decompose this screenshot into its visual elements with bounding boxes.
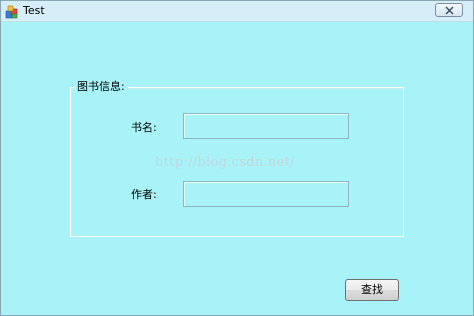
close-icon (445, 6, 454, 15)
search-button[interactable]: 查找 (345, 279, 399, 301)
test-window: Test 图书信息: 书名: 作者: http://blog.csdn.net/… (0, 0, 474, 316)
window-title: Test (23, 4, 45, 17)
group-legend: 图书信息: (75, 80, 127, 94)
app-icon (5, 4, 19, 19)
author-input[interactable] (183, 181, 349, 207)
title-bar[interactable]: Test (1, 1, 473, 22)
close-button[interactable] (435, 3, 463, 17)
book-name-label: 书名: (131, 121, 157, 134)
client-area: 图书信息: 书名: 作者: http://blog.csdn.net/ 查找 (1, 22, 473, 315)
watermark-text: http://blog.csdn.net/ (155, 155, 295, 170)
book-name-input[interactable] (183, 113, 349, 139)
author-label: 作者: (131, 188, 157, 201)
